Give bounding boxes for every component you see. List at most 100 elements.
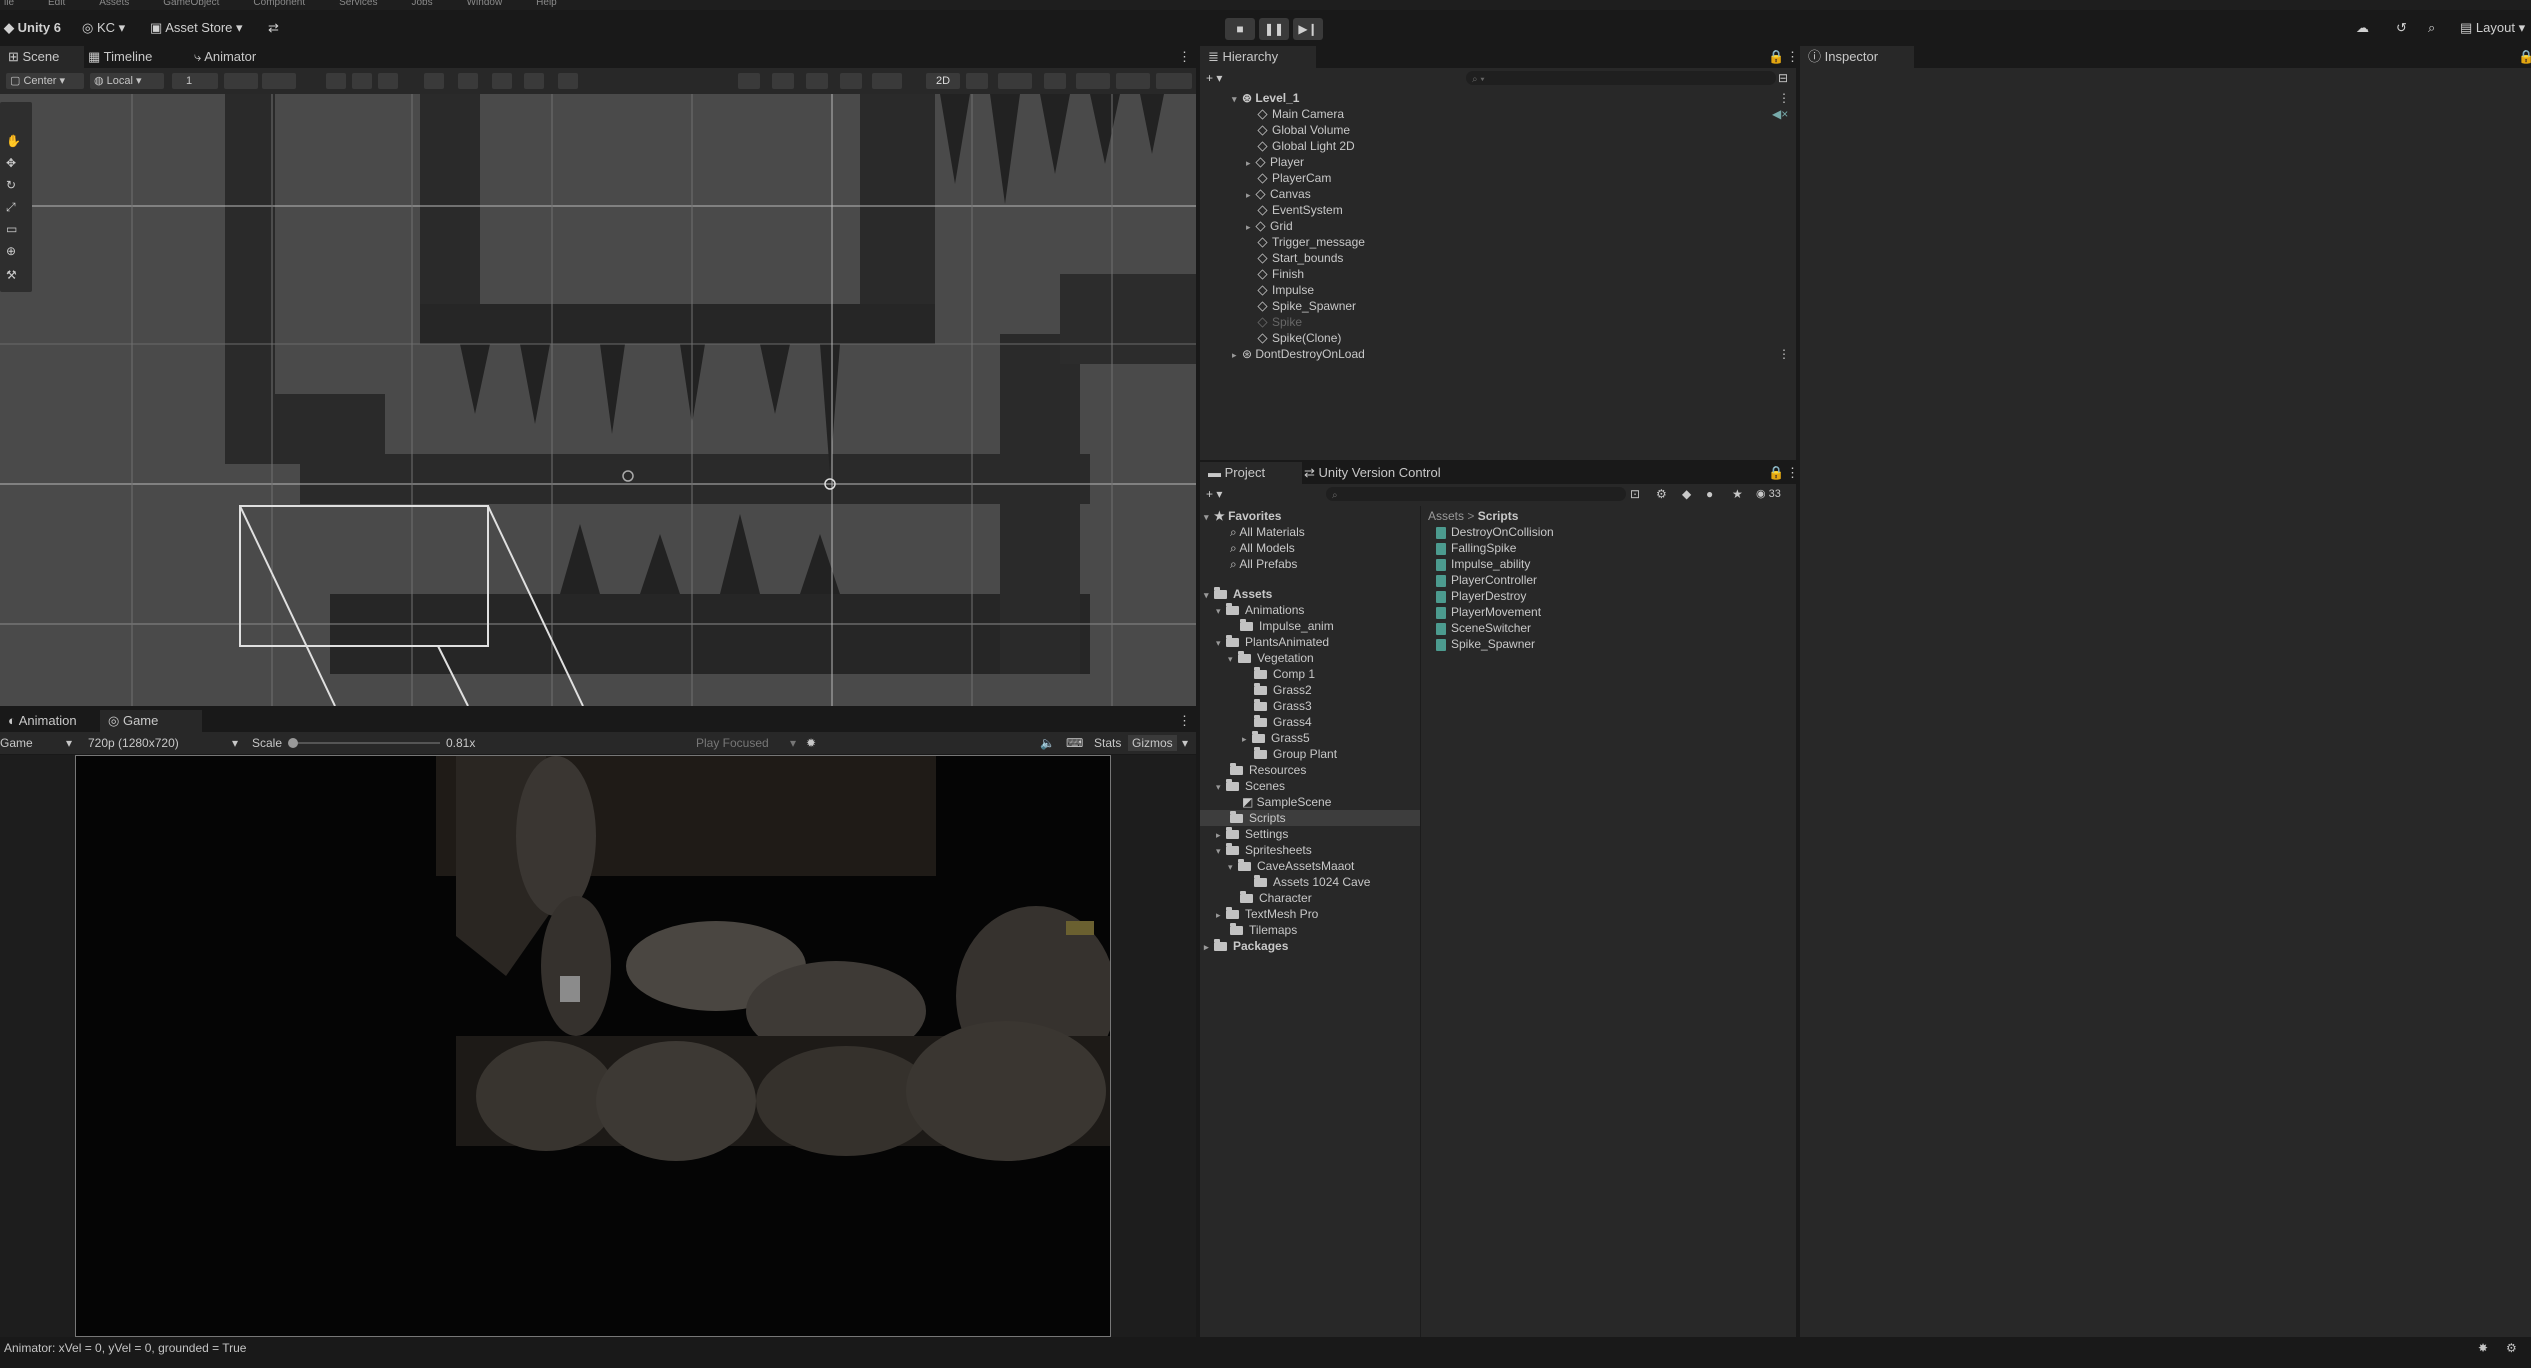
favorite-item[interactable]: ⌕ All Models [1230,540,1295,556]
layout-dropdown[interactable]: ▤ Layout ▾ [2460,18,2525,38]
tab-animation[interactable]: ◐ Animation [0,710,85,732]
tree-folder[interactable]: Group Plant [1254,746,1337,762]
zoom-icon[interactable] [492,73,512,89]
hierarchy-item[interactable]: Start_bounds [1257,250,1343,266]
tree-folder[interactable]: ▾ Scenes [1216,778,1285,794]
hierarchy-item[interactable]: ▸ Player [1246,154,1304,170]
script-asset[interactable]: SceneSwitcher [1436,620,1531,636]
tag-icon[interactable]: ◆ [1682,486,1691,502]
step-button[interactable]: ▶❙ [1293,18,1323,40]
mask-icon[interactable] [458,73,478,89]
camera-settings-icon[interactable] [1116,73,1150,89]
stats-button[interactable]: Stats [1094,735,1121,751]
script-asset[interactable]: FallingSpike [1436,540,1516,556]
hierarchy-item-inactive[interactable]: Spike [1257,314,1302,330]
packages-header[interactable]: ▸ Packages [1204,938,1288,954]
tree-folder[interactable]: Comp 1 [1254,666,1315,682]
tree-folder[interactable]: Grass4 [1254,714,1312,730]
tree-folder[interactable]: Resources [1230,762,1306,778]
tree-folder[interactable]: ▾ PlantsAnimated [1216,634,1329,650]
grid-snap-value[interactable]: 1 [172,73,218,89]
script-asset[interactable]: DestroyOnCollision [1436,524,1554,540]
effects-icon[interactable] [872,73,902,89]
scale-slider-track[interactable] [290,742,440,744]
audio-toggle-icon[interactable]: ◀× [1772,106,1788,122]
align-icon[interactable] [352,73,372,89]
tree-scene-item[interactable]: ◩ SampleScene [1242,794,1331,810]
more-options-icon[interactable]: ⋮ [1170,46,1199,68]
mode-2d-button[interactable]: 2D [926,73,960,89]
lighting-icon[interactable] [840,73,862,89]
hand-tool-icon[interactable]: ✋ [6,134,21,148]
scale-tool-icon[interactable]: ⤢ [6,200,16,215]
hierarchy-item[interactable]: Global Volume [1257,122,1350,138]
filter-icon[interactable]: ⊟ [1778,70,1788,86]
hierarchy-item[interactable]: PlayerCam [1257,170,1331,186]
tree-folder[interactable]: Grass3 [1254,698,1312,714]
rect-tool-icon[interactable] [326,73,346,89]
tab-animator[interactable]: ⤷ Animator [186,46,264,68]
asset-store-button[interactable]: ▣ Asset Store ▾ [150,18,243,38]
audio-icon[interactable] [998,73,1032,89]
increment-snap-icon[interactable] [262,73,296,89]
search-by-type-icon[interactable]: ⊡ [1630,486,1640,502]
tab-project[interactable]: ▬ Project [1200,462,1302,484]
hierarchy-item[interactable]: Spike_Spawner [1257,298,1356,314]
hierarchy-item[interactable]: EventSystem [1257,202,1343,218]
hierarchy-item[interactable]: Spike(Clone) [1257,330,1341,346]
breadcrumb-root[interactable]: Assets [1428,509,1464,523]
favorite-star-icon[interactable]: ★ [1732,486,1743,502]
pause-button[interactable]: ❚❚ [1259,18,1289,40]
shuffle-icon[interactable] [558,73,578,89]
gizmos-icon[interactable] [1156,73,1192,89]
hierarchy-item[interactable]: ▸ Grid [1246,218,1293,234]
play-mode-dropdown[interactable]: Play Focused ▾ [696,735,800,751]
move-tool-icon[interactable]: ✥ [6,156,16,170]
hierarchy-item[interactable]: Trigger_message [1257,234,1365,250]
debug-icon[interactable]: ✹ [806,735,816,751]
circle-tool-icon[interactable] [424,73,444,89]
hierarchy-item[interactable]: Global Light 2D [1257,138,1355,154]
breadcrumb-current[interactable]: Scripts [1478,509,1519,523]
more-options-icon[interactable]: ⋮ [1170,710,1199,732]
scene-view[interactable]: ✋ ✥ ↻ ⤢ ▭ ⊕ ⚒ [0,94,1196,706]
scene-item-level-1[interactable]: ▾ ⊛ Level_1 [1232,90,1299,106]
tree-folder[interactable]: ▾ Vegetation [1228,650,1314,666]
menu-jobs[interactable]: Jobs [411,0,432,8]
lock-icon[interactable]: 🔒 [2510,46,2531,68]
scale-slider-handle[interactable] [288,738,298,748]
hierarchy-item[interactable]: Impulse [1257,282,1314,298]
tree-folder[interactable]: Character [1240,890,1312,906]
tree-folder-selected[interactable]: Scripts [1230,810,1286,826]
tab-inspector[interactable]: ⓘ Inspector [1800,46,1914,68]
tree-folder[interactable]: ▾ Spritesheets [1216,842,1312,858]
menu-help[interactable]: Help [536,0,557,8]
mute-audio-icon[interactable]: 🔈 [1040,735,1055,751]
hierarchy-search-input[interactable]: ⌕ ▾ [1466,71,1776,85]
camera-icon[interactable] [524,73,544,89]
hidden-count[interactable]: ◉ 33 [1756,486,1781,502]
menu-edit[interactable]: Edit [48,0,65,8]
hierarchy-item[interactable]: Main Camera [1257,106,1344,122]
scene-item-dont-destroy[interactable]: ▸ ⊛ DontDestroyOnLoad [1232,346,1365,362]
transform-tool-icon[interactable]: ⊕ [6,244,16,258]
tree-folder[interactable]: ▾ Animations [1216,602,1304,618]
settings-icon[interactable]: ⚙ [2506,1337,2517,1359]
project-search-input[interactable]: ⌕ [1326,487,1626,501]
game-view[interactable] [75,755,1111,1337]
tab-timeline[interactable]: ▦ Timeline [80,46,160,68]
script-asset[interactable]: PlayerMovement [1436,604,1541,620]
shading-icon[interactable] [772,73,794,89]
info-icon[interactable]: ● [1706,486,1713,502]
hierarchy-item[interactable]: ▸ Canvas [1246,186,1311,202]
more-options-icon[interactable]: ⋮ [1778,90,1790,106]
space-dropdown[interactable]: ◍ Local ▾ [90,73,164,89]
bug-icon[interactable]: ✸ [2478,1337,2488,1359]
script-asset[interactable]: PlayerController [1436,572,1537,588]
menu-services[interactable]: Services [339,0,377,8]
search-by-label-icon[interactable]: ⚙ [1656,486,1667,502]
resolution-dropdown[interactable]: 720p (1280x720) ▾ [88,735,242,751]
tree-folder[interactable]: Tilemaps [1230,922,1297,938]
stop-button[interactable]: ■ [1225,18,1255,40]
menu-assets[interactable]: Assets [99,0,129,8]
